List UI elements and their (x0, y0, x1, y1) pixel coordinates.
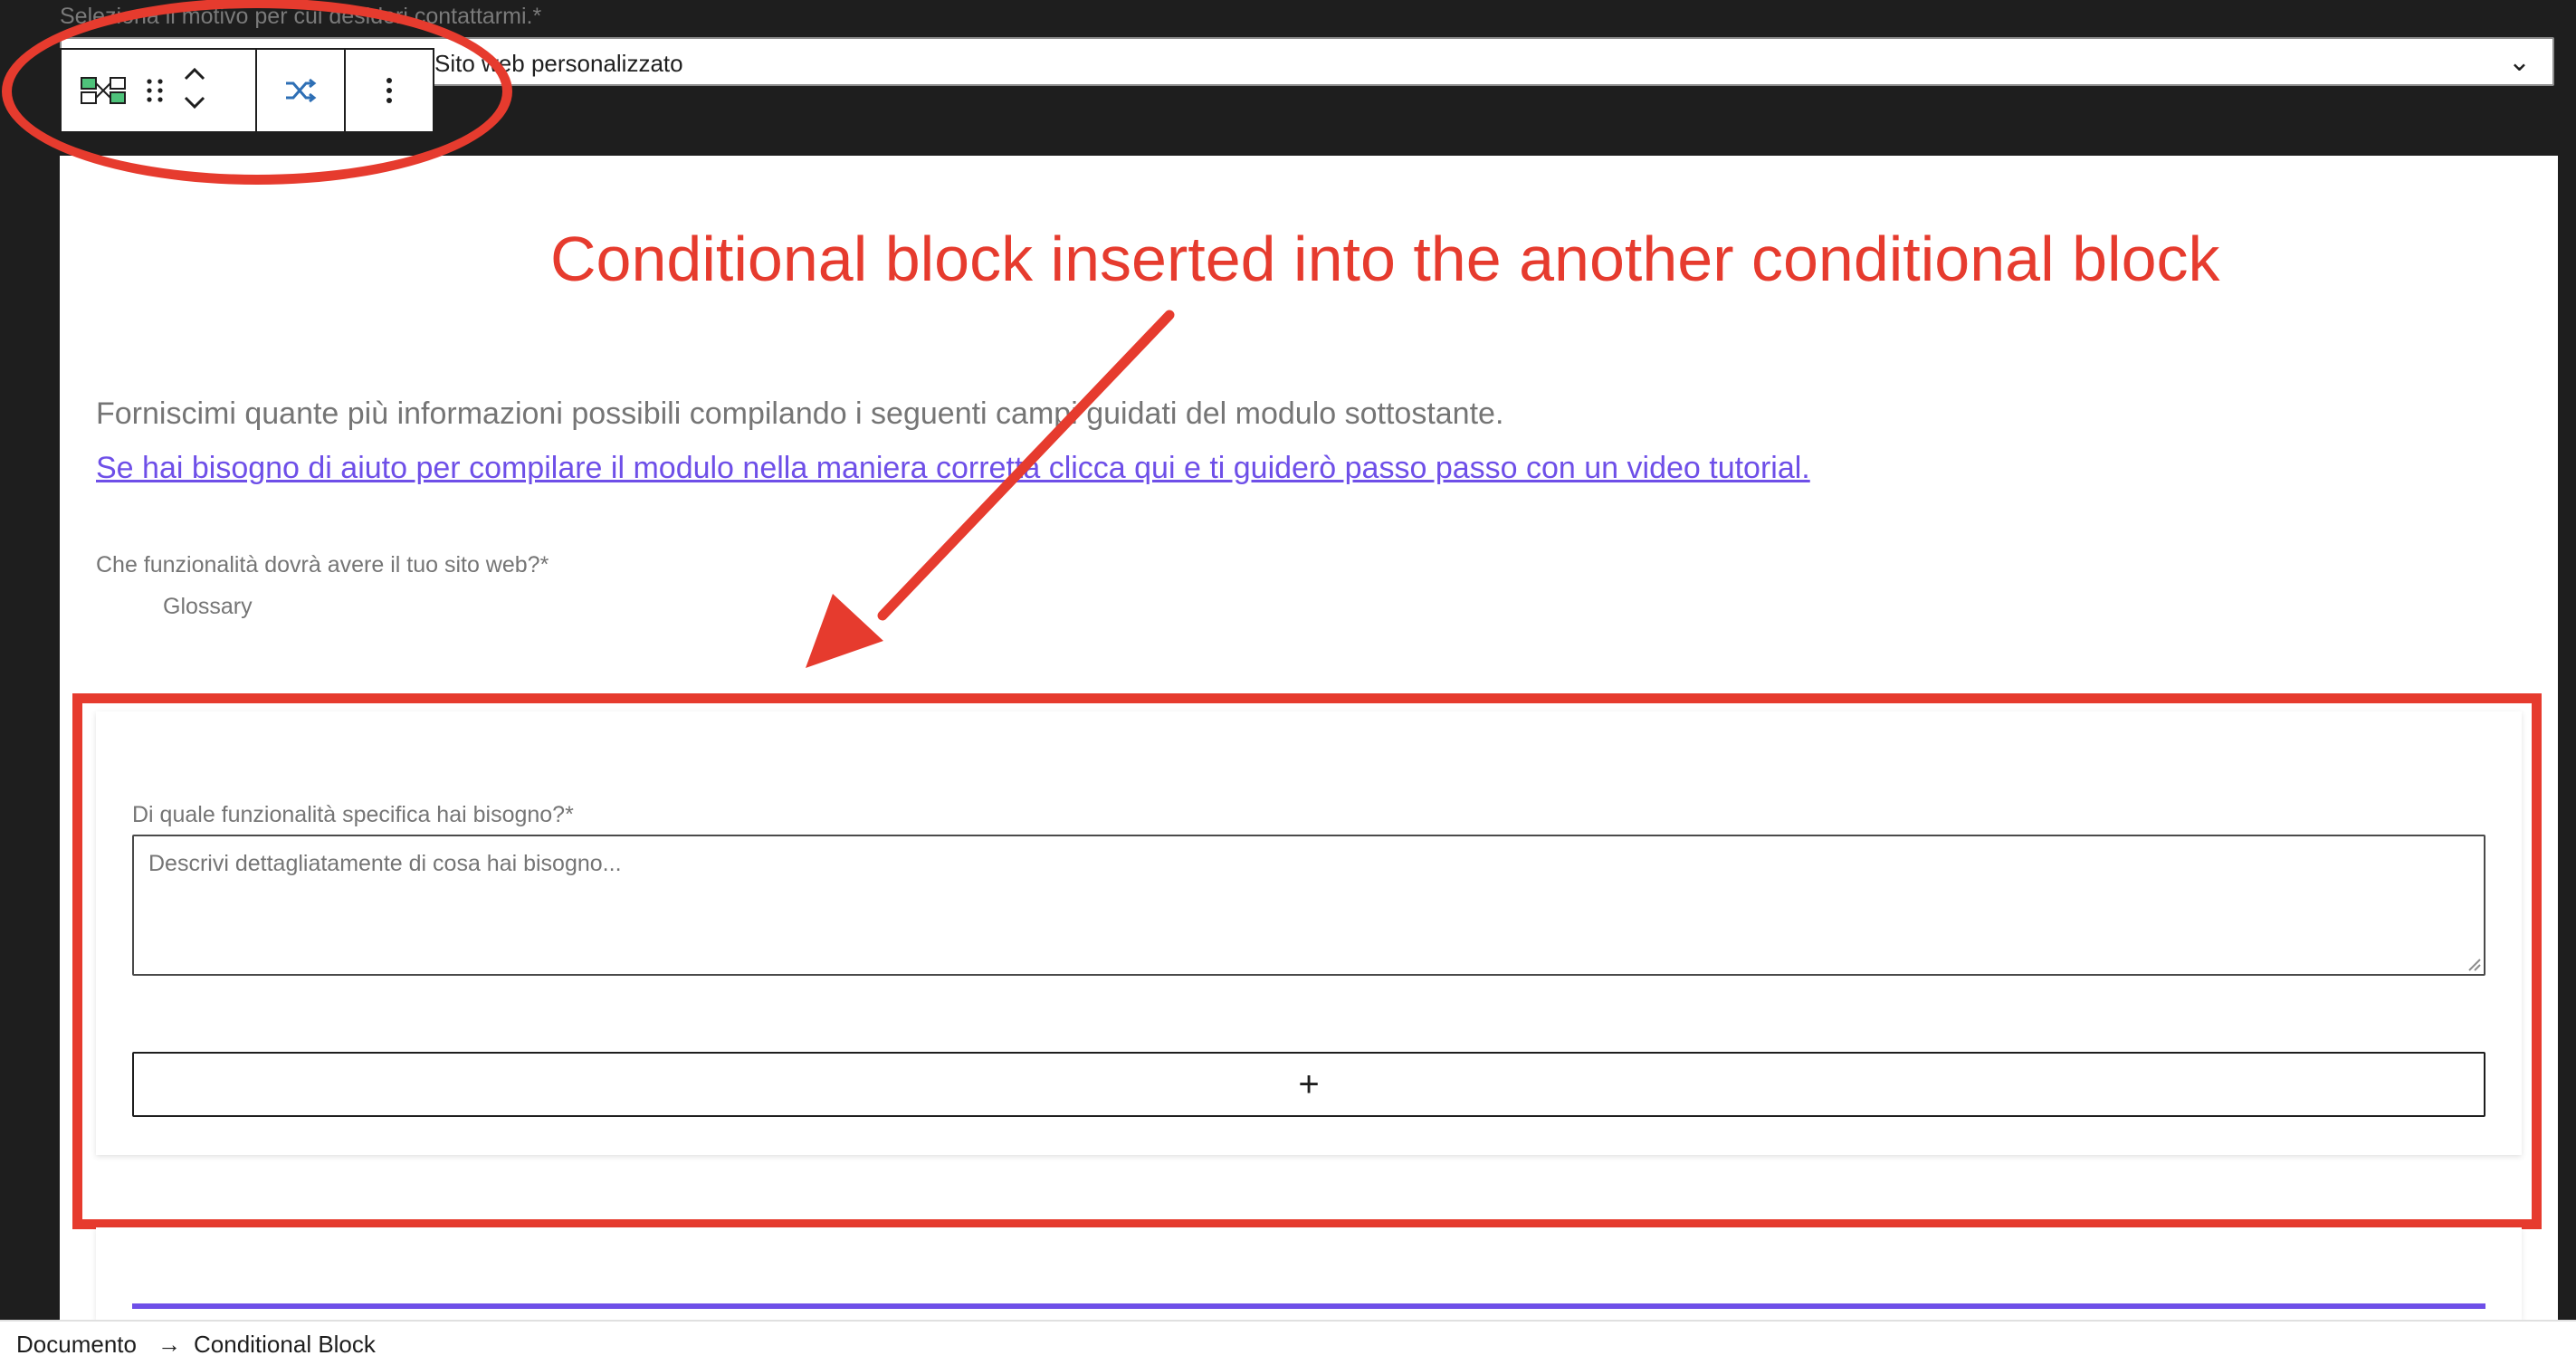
annotation-title: Conditional block inserted into the anot… (550, 224, 2220, 294)
intro-text: Forniscimi quante più informazioni possi… (96, 396, 1504, 431)
accent-divider (132, 1303, 2485, 1309)
annotation-ellipse (2, 0, 512, 185)
breadcrumb-separator: → (157, 1331, 181, 1358)
breadcrumb-item-conditional-block[interactable]: Conditional Block (194, 1331, 376, 1359)
editor-left-chrome (0, 0, 60, 1320)
help-video-link[interactable]: Se hai bisogno di aiuto per compilare il… (96, 451, 1810, 486)
breadcrumb-item-documento[interactable]: Documento (16, 1331, 137, 1359)
features-value[interactable]: Glossary (163, 594, 253, 620)
chevron-down-icon: ⌄ (2507, 47, 2531, 77)
annotation-highlight-rect (72, 693, 2542, 1229)
breadcrumb: Documento → Conditional Block (0, 1320, 2576, 1365)
features-label: Che funzionalità dovrà avere il tuo sito… (96, 552, 549, 578)
editor-right-chrome (2558, 0, 2576, 1320)
